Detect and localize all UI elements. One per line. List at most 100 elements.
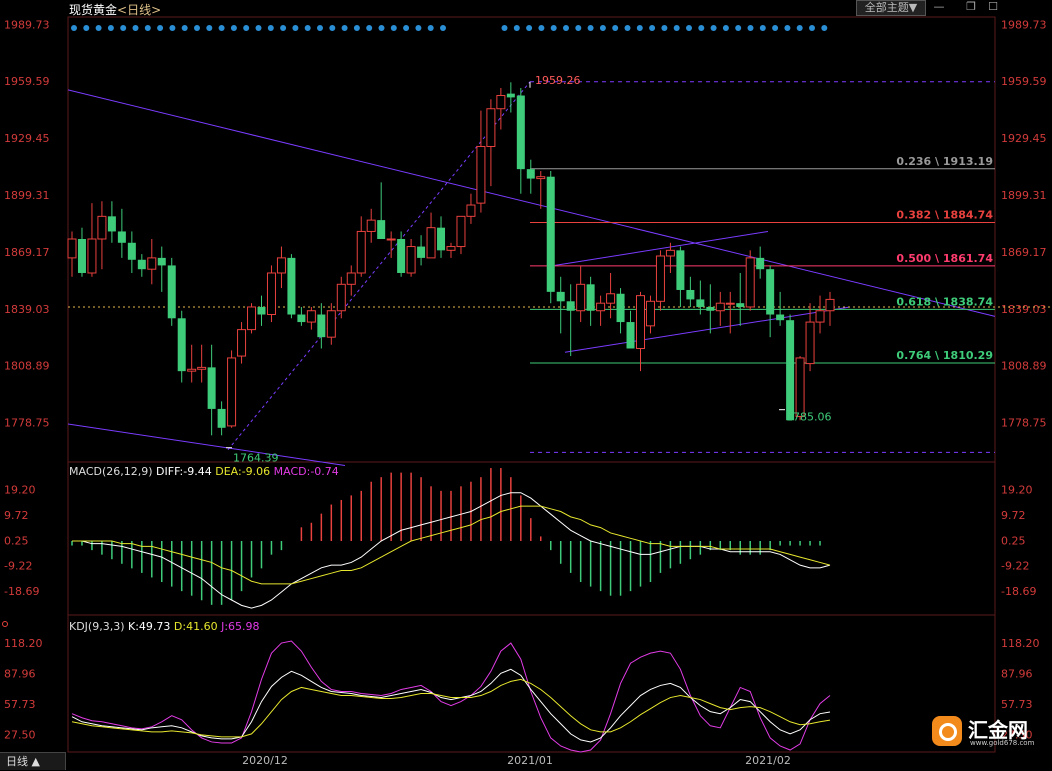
price-axis-left-label: 1778.75 [4,417,50,430]
macd-axis-left-label: 19.20 [4,484,36,497]
price-axis-right-label: 1959.59 [1001,75,1047,88]
candle-body-up [306,310,316,323]
macd-dea: DEA:-9.06 [215,465,271,478]
candle-body-down [127,242,136,260]
candle-body-down [77,239,86,273]
candle-body-up [266,272,276,316]
kdj-axis-left-label: 57.73 [4,698,36,711]
candle-body-down [786,320,795,421]
candle-body-up [237,329,247,357]
kdj-axis-right-label: 87.96 [1001,667,1033,680]
signal-dot [710,25,717,31]
candle-body-up [247,306,257,331]
candle-body-up [366,219,376,232]
signal-dot [636,25,643,31]
macd-axis-left-label: 0.25 [4,534,29,547]
candle-body-up [606,293,616,304]
signal-dot [169,25,176,31]
fib-label: 0.500 \ 1861.74 [896,252,993,265]
signal-dot [132,25,139,31]
panel-marker-icon [2,621,8,627]
candle-body-down [756,257,765,270]
candle-body-down [686,289,695,300]
signal-dot [575,25,582,31]
candle-body-up [356,230,366,274]
period-tab[interactable]: 日线 ▲ [0,752,66,770]
signal-dot [83,25,90,31]
signal-dot [390,25,397,31]
fib-label: 0.382 \ 1884.74 [896,208,993,221]
candle-body-up [386,238,396,241]
kdj-d: D:41.60 [173,620,218,633]
candle-body-up [426,227,436,259]
price-axis-left-label: 1959.59 [4,75,50,88]
candle-body-down [207,367,216,409]
signal-dot [304,25,311,31]
price-axis-left-label: 1989.73 [4,18,50,31]
price-axis-right-label: 1989.73 [1001,18,1047,31]
date-axis-label: 2021/02 [745,754,791,767]
kdj-axis-right-label: 57.73 [1001,698,1033,711]
signal-dot [280,25,287,31]
candle-body-up [97,215,107,240]
fib-label: 0.618 \ 1838.74 [896,295,993,308]
candle-body-down [157,257,166,266]
candle-body-down [177,318,186,372]
signal-dot [661,25,668,31]
candle-body-up [456,215,466,248]
signal-dot [821,25,828,31]
candle-body-down [377,220,386,239]
high-annotation: 1959.26 [535,74,581,87]
candle-body-up [147,257,157,270]
signal-dot [403,25,410,31]
signal-dot [194,25,200,31]
candle-body-down [506,93,515,98]
signal-dot [538,25,545,31]
candle-body-up [187,368,197,372]
signal-dot [243,25,250,31]
signal-dot [415,25,422,31]
trendline-upper [67,89,996,317]
candle-body-up [276,257,286,274]
signal-dot [366,25,373,31]
chart-canvas[interactable]: 1989.73 1989.73 1959.59 1959.59 1929.45 1929.… [0,0,1052,770]
candle-body-up [227,357,237,427]
signal-dot [599,25,606,31]
signal-dot [796,25,803,31]
signal-dot [341,25,348,31]
low2-annotation: 1785.06 [786,411,832,424]
candle-body-up [815,310,825,323]
candle-body-down [107,216,116,232]
signal-dot [427,25,434,31]
candle-body-down [397,239,406,273]
signal-dot [698,25,705,31]
signal-dot [513,25,520,31]
kdj-legend: KDJ(9,3,3) K:49.73 D:41.60 J:65.98 [69,620,260,633]
signal-dot [255,25,262,31]
macd-axis-right-label: 0.25 [1001,534,1026,547]
candle-body-down [297,314,306,323]
signal-dot [722,25,729,31]
low-annotation: 1764.39 [233,452,279,465]
signal-dot [181,25,188,31]
candle-body-up [67,238,77,259]
candle-body-up [715,302,725,312]
macd-axis-left-label: -9.22 [4,560,32,573]
signal-dot [230,25,237,31]
candle-body-up [486,108,496,147]
macd-value: MACD:-0.74 [273,465,339,478]
watermark-logo: 汇金网 www.gold678.com [928,712,1050,752]
macd-label: MACD(26,12,9) [69,465,153,478]
signal-dot [587,25,594,31]
candle-body-up [346,272,356,285]
logo-url: www.gold678.com [970,739,1035,747]
kdj-j: J:65.98 [221,620,260,633]
candle-body-up [805,321,815,365]
candle-body-down [217,408,226,428]
macd-axis-right-label: -9.22 [1001,560,1029,573]
candle-body-down [526,169,535,179]
candle-body-down [616,293,625,323]
signal-dot [218,25,225,31]
signal-dot [440,25,446,31]
signal-dot [378,25,385,31]
